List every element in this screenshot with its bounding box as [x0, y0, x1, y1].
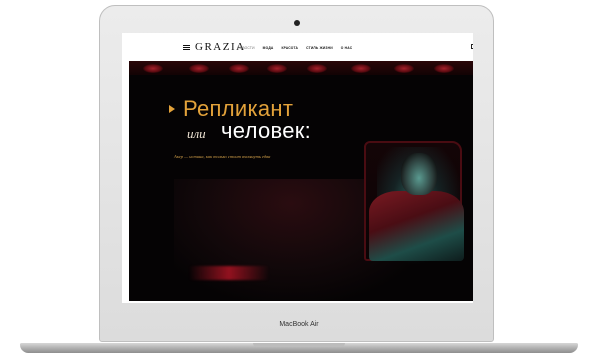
- nav-item-lifestyle[interactable]: СТИЛЬ ЖИЗНИ: [306, 46, 333, 50]
- light-spot: [143, 64, 163, 73]
- light-spot: [351, 64, 371, 73]
- hero-subtitle: Акер — истина, как только стоит взглянут…: [174, 154, 271, 159]
- mail-icon[interactable]: [471, 44, 473, 49]
- nav-item-about[interactable]: О НАС: [341, 46, 353, 50]
- hero-banner[interactable]: Репликант или человек: Акер — истина, ка…: [129, 61, 473, 301]
- menu-icon[interactable]: [183, 45, 190, 50]
- nav-item-beauty[interactable]: КРАСОТА: [281, 46, 298, 50]
- nav-item-news[interactable]: НОВОСТИ: [237, 46, 255, 50]
- device-brand-label: MacBook Air: [279, 321, 319, 328]
- laptop-base-notch: [253, 343, 345, 347]
- light-spot: [189, 64, 209, 73]
- light-spot: [394, 64, 414, 73]
- nav-item-fashion[interactable]: МОДА: [263, 46, 274, 50]
- light-spot: [434, 64, 454, 73]
- figure-head: [401, 153, 437, 195]
- camera-icon: [294, 20, 300, 26]
- figure-body: [369, 191, 464, 261]
- site-header: GRAZIA НОВОСТИ МОДА КРАСОТА СТИЛЬ ЖИЗНИ …: [122, 33, 473, 60]
- hero-title-line2: человек:: [221, 118, 312, 143]
- ceiling-lights: [129, 61, 473, 75]
- light-spot: [267, 64, 287, 73]
- light-spot: [229, 64, 249, 73]
- laptop-screen: GRAZIA НОВОСТИ МОДА КРАСОТА СТИЛЬ ЖИЗНИ …: [122, 33, 473, 303]
- play-arrow-icon: [169, 105, 175, 113]
- main-nav: НОВОСТИ МОДА КРАСОТА СТИЛЬ ЖИЗНИ О НАС: [237, 46, 352, 50]
- light-spot: [307, 64, 327, 73]
- hero-connector: или: [187, 126, 206, 141]
- car-red-light: [189, 266, 269, 280]
